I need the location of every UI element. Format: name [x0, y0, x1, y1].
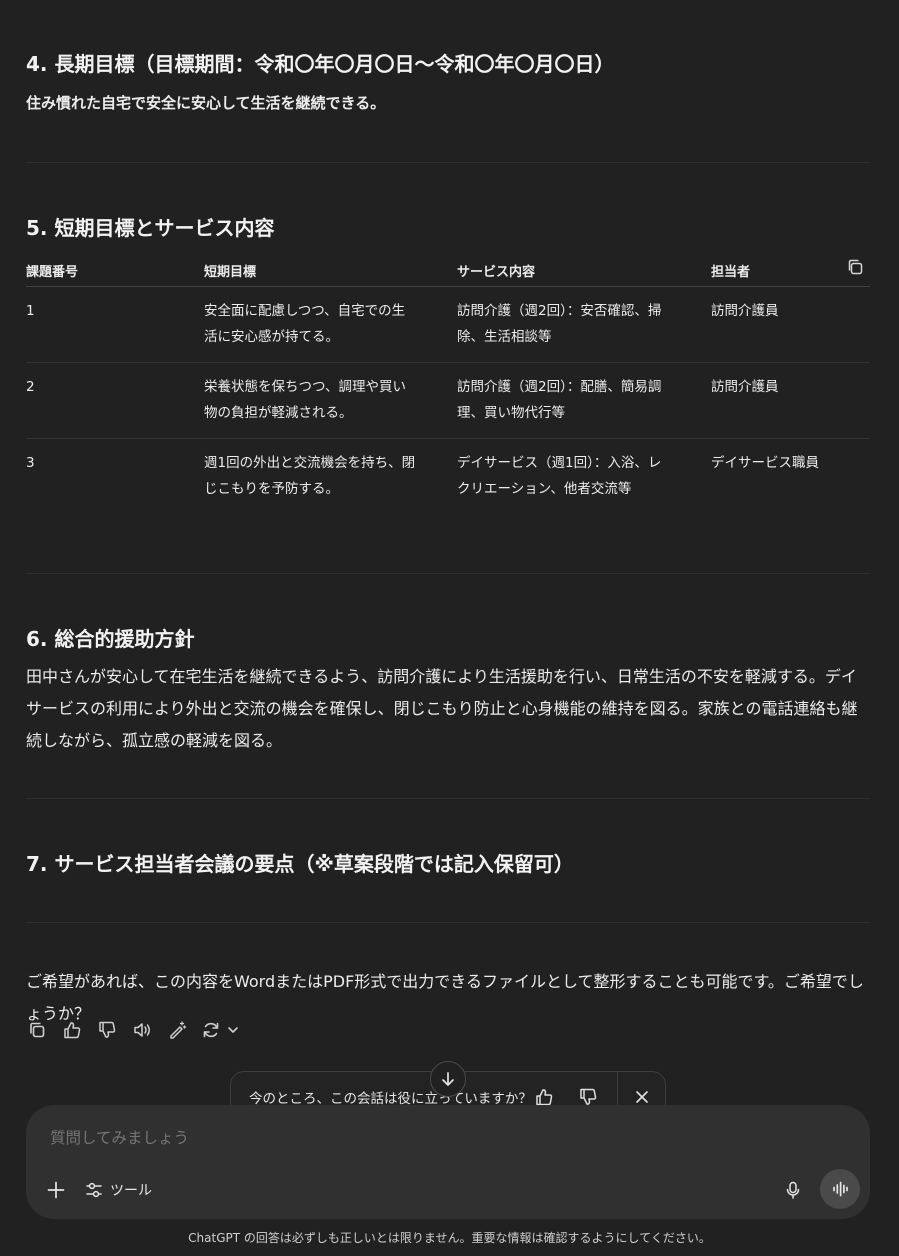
add-attachment-button[interactable] — [43, 1177, 69, 1203]
arrow-down-icon — [442, 1072, 454, 1086]
edit-in-canvas-button[interactable] — [165, 1018, 189, 1042]
copy-icon — [30, 1022, 45, 1038]
header-divider — [26, 286, 870, 287]
thumbs-down-button[interactable] — [95, 1018, 119, 1042]
row-service: 訪問介護（週2回）：安否確認、掃除、生活相談等 — [457, 303, 662, 345]
thumbs-up-icon — [64, 1022, 81, 1039]
speaker-icon — [134, 1023, 150, 1037]
plus-icon — [47, 1181, 65, 1199]
column-header: 短期目標 — [204, 265, 257, 280]
divider — [26, 922, 870, 923]
section7-heading: 7. サービス担当者会議の要点（※草案段階では記入保留可） — [26, 852, 574, 876]
disclaimer: ChatGPT の回答は必ずしも正しいとは限りません。重要な情報は確認するように… — [188, 1231, 711, 1245]
copy-message-button[interactable] — [25, 1018, 49, 1042]
composer: ツール — [26, 1105, 870, 1219]
column-header: サービス内容 — [457, 265, 536, 280]
row-divider — [26, 362, 870, 363]
row-goal: 安全面に配慮しつつ、自宅での生活に安心感が持てる。 — [204, 303, 406, 345]
section4-text: 住み慣れた自宅で安全に安心して生活を継続できる。 — [26, 94, 386, 112]
section6-heading: 6. 総合的援助方針 — [26, 627, 195, 651]
row-staff: 訪問介護員 — [711, 303, 779, 319]
prompt-input[interactable] — [48, 1123, 772, 1153]
thumbs-down-icon — [99, 1021, 116, 1038]
tools-button[interactable]: ツール — [84, 1175, 152, 1205]
regenerate-button[interactable] — [200, 1018, 242, 1042]
divider — [26, 798, 870, 799]
scroll-down-button[interactable] — [430, 1061, 466, 1097]
microphone-icon — [786, 1181, 800, 1199]
row-divider — [26, 438, 870, 439]
copy-icon — [848, 259, 863, 275]
dictate-button[interactable] — [780, 1177, 806, 1203]
section4-heading: 4. 長期目標（目標期間：令和〇年〇月〇日〜令和〇年〇月〇日） — [26, 52, 615, 76]
row-service: デイサービス（週1回）：入浴、レクリエーション、他者交流等 — [457, 455, 662, 497]
thumbs-up-icon — [536, 1089, 553, 1106]
refresh-icon — [203, 1022, 238, 1038]
sliders-icon — [86, 1182, 102, 1198]
row-number: 1 — [26, 303, 35, 319]
column-header: 課題番号 — [26, 265, 79, 280]
section6-text: 田中さんが安心して在宅生活を継続できるよう、訪問介護により生活援助を行い、日常生… — [26, 667, 858, 750]
column-header: 担当者 — [711, 265, 751, 280]
section5-heading: 5. 短期目標とサービス内容 — [26, 216, 275, 240]
row-number: 2 — [26, 379, 35, 395]
tools-label: ツール — [110, 1183, 152, 1199]
voice-waveform-icon — [833, 1181, 848, 1197]
row-service: 訪問介護（週2回）：配膳、簡易調理、買い物代行等 — [457, 379, 662, 421]
divider — [26, 573, 870, 574]
voice-mode-button[interactable] — [820, 1169, 860, 1209]
row-goal: 週1回の外出と交流機会を持ち、閉じこもりを予防する。 — [204, 455, 416, 497]
read-aloud-button[interactable] — [130, 1018, 154, 1042]
thumbs-down-icon — [580, 1088, 597, 1105]
magic-pen-icon — [170, 1021, 187, 1039]
row-staff: 訪問介護員 — [711, 379, 779, 395]
close-icon — [636, 1091, 648, 1103]
divider — [26, 162, 870, 163]
thumbs-up-button[interactable] — [60, 1018, 84, 1042]
copy-table-button[interactable] — [843, 255, 867, 279]
row-goal: 栄養状態を保ちつつ、調理や買い物の負担が軽減される。 — [204, 379, 406, 421]
row-number: 3 — [26, 455, 35, 471]
row-staff: デイサービス職員 — [711, 455, 819, 471]
feedback-question: 今のところ、この会話は役に立っていますか？ — [249, 1091, 532, 1107]
